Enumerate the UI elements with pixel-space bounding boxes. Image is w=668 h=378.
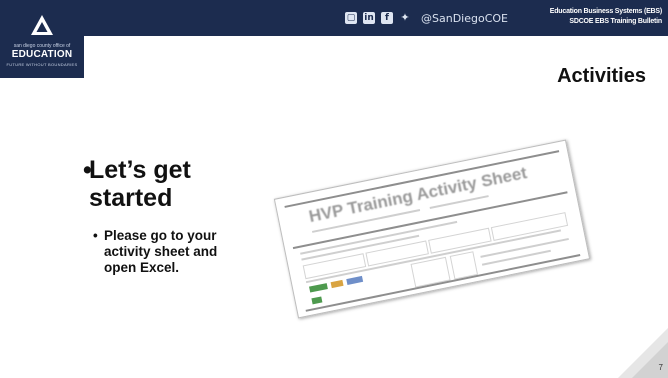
facebook-icon[interactable]: f xyxy=(381,12,393,24)
logo-wordmark: EDUCATION xyxy=(11,49,73,60)
bullet-sub-text: Please go to your activity sheet and ope… xyxy=(104,228,218,275)
social-handle[interactable]: @SanDiegoCOE xyxy=(421,12,508,25)
logo-tagline: FUTURE WITHOUT BOUNDARIES xyxy=(6,62,78,67)
page-number: 7 xyxy=(658,363,663,372)
slide: ▢ in f ✦ @SanDiegoCOE Education Business… xyxy=(0,0,668,378)
department-line: SDCOE EBS Training Bulletin xyxy=(569,18,662,25)
sdcoe-logo: san diego county office of EDUCATION FUT… xyxy=(0,0,84,78)
bullet-sub: • Please go to your activity sheet and o… xyxy=(93,228,253,276)
corner-decoration xyxy=(618,328,668,378)
bullet-dot: • xyxy=(93,228,98,243)
bullet-dot: • xyxy=(83,156,92,184)
linkedin-icon[interactable]: in xyxy=(363,12,375,24)
department-label: Education Business Systems (EBS) SDCOE E… xyxy=(532,7,662,27)
ipad-icon[interactable]: ▢ xyxy=(345,12,357,24)
department-line: Education Business Systems (EBS) xyxy=(549,8,662,15)
bullet-main: • Let’s get started xyxy=(83,156,249,212)
slide-title: Activities xyxy=(557,65,646,87)
header-bar: ▢ in f ✦ @SanDiegoCOE Education Business… xyxy=(0,0,668,36)
bullet-main-text: Let’s get started xyxy=(89,156,191,212)
activity-sheet-image: HVP Training Activity Sheet xyxy=(273,139,591,319)
twitter-icon[interactable]: ✦ xyxy=(399,12,411,24)
social-links: ▢ in f ✦ @SanDiegoCOE xyxy=(345,10,508,26)
logo-triangle-icon xyxy=(31,15,53,35)
